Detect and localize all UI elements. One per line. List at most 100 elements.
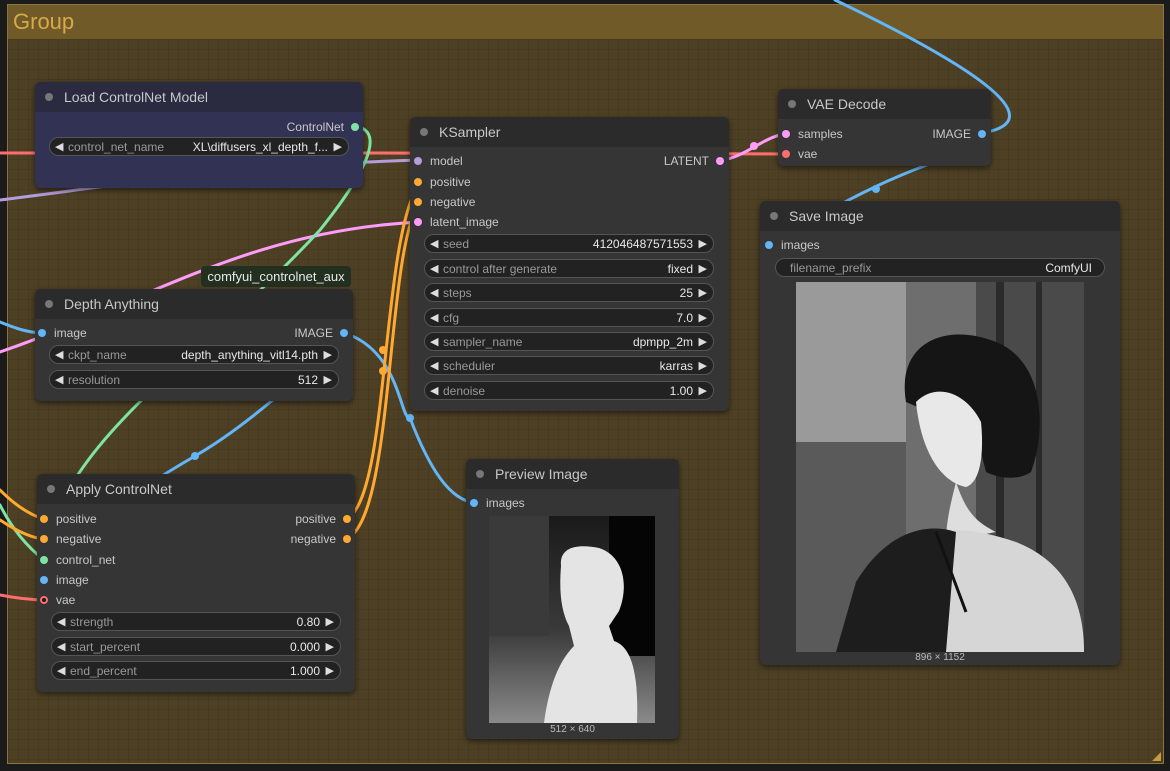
left-arrow-icon[interactable]: ◀	[57, 664, 65, 677]
node-load-controlnet[interactable]: Load ControlNet Model ControlNet ◀ contr…	[35, 82, 363, 188]
widget-start-percent[interactable]: ◀ start_percent 0.000 ▶	[51, 637, 341, 656]
input-slot-dot[interactable]	[414, 157, 422, 165]
node-title-save-image[interactable]: Save Image	[760, 201, 1120, 231]
left-arrow-icon[interactable]: ◀	[55, 373, 63, 386]
node-title-vae-decode[interactable]: VAE Decode	[778, 89, 991, 119]
collapse-dot-icon[interactable]	[788, 100, 796, 108]
left-arrow-icon[interactable]: ◀	[430, 286, 438, 299]
left-arrow-icon[interactable]: ◀	[430, 359, 438, 372]
output-negative[interactable]: negative	[291, 531, 351, 547]
input-vae[interactable]: vae	[782, 146, 817, 162]
node-title-apply-controlnet[interactable]: Apply ControlNet	[37, 474, 355, 504]
input-images[interactable]: images	[470, 495, 525, 511]
depth-map-preview[interactable]	[489, 516, 655, 723]
input-negative[interactable]: negative	[40, 531, 101, 547]
left-arrow-icon[interactable]: ◀	[55, 348, 63, 361]
node-preview-image[interactable]: Preview Image images 512 × 640	[466, 459, 679, 739]
right-arrow-icon[interactable]: ▶	[699, 335, 707, 348]
left-arrow-icon[interactable]: ◀	[55, 140, 63, 153]
node-canvas[interactable]: Group Load ControlNet Model ControlNet ◀…	[0, 0, 1170, 771]
widget-steps[interactable]: ◀ steps 25 ▶	[424, 283, 714, 302]
collapse-dot-icon[interactable]	[45, 93, 53, 101]
input-image[interactable]: image	[40, 572, 89, 588]
left-arrow-icon[interactable]: ◀	[57, 615, 65, 628]
input-slot-dot[interactable]	[40, 556, 48, 564]
output-slot-dot[interactable]	[343, 535, 351, 543]
node-title-preview-image[interactable]: Preview Image	[466, 459, 679, 489]
widget-control-net-name[interactable]: ◀ control_net_name XL\diffusers_xl_depth…	[49, 137, 349, 156]
right-arrow-icon[interactable]: ▶	[324, 348, 332, 361]
collapse-dot-icon[interactable]	[45, 300, 53, 308]
left-arrow-icon[interactable]: ◀	[430, 237, 438, 250]
collapse-dot-icon[interactable]	[47, 485, 55, 493]
input-latent-image[interactable]: latent_image	[414, 214, 499, 230]
widget-end-percent[interactable]: ◀ end_percent 1.000 ▶	[51, 661, 341, 680]
input-slot-dot[interactable]	[40, 596, 48, 604]
output-controlnet[interactable]: ControlNet	[287, 119, 359, 135]
collapse-dot-icon[interactable]	[770, 212, 778, 220]
input-positive[interactable]: positive	[40, 511, 97, 527]
input-slot-dot[interactable]	[40, 535, 48, 543]
right-arrow-icon[interactable]: ▶	[699, 262, 707, 275]
right-arrow-icon[interactable]: ▶	[699, 237, 707, 250]
input-model[interactable]: model	[414, 153, 463, 169]
input-slot-dot[interactable]	[782, 130, 790, 138]
widget-control-after-generate[interactable]: ◀ control after generate fixed ▶	[424, 259, 714, 278]
collapse-dot-icon[interactable]	[420, 128, 428, 136]
output-image[interactable]: IMAGE	[294, 325, 348, 341]
input-slot-dot[interactable]	[782, 150, 790, 158]
right-arrow-icon[interactable]: ▶	[326, 664, 334, 677]
input-vae[interactable]: vae	[40, 592, 75, 608]
input-negative[interactable]: negative	[414, 194, 475, 210]
left-arrow-icon[interactable]: ◀	[430, 384, 438, 397]
node-depth-anything[interactable]: Depth Anything image IMAGE ◀ ckpt_name d…	[35, 289, 353, 401]
widget-cfg[interactable]: ◀ cfg 7.0 ▶	[424, 308, 714, 327]
right-arrow-icon[interactable]: ▶	[334, 140, 342, 153]
node-save-image[interactable]: Save Image images filename_prefix ComfyU…	[760, 201, 1120, 665]
output-slot-dot[interactable]	[978, 130, 986, 138]
output-slot-dot[interactable]	[343, 515, 351, 523]
node-vae-decode[interactable]: VAE Decode samples vae IMAGE	[778, 89, 991, 166]
input-slot-dot[interactable]	[414, 218, 422, 226]
output-slot-dot[interactable]	[351, 123, 359, 131]
right-arrow-icon[interactable]: ▶	[326, 615, 334, 628]
widget-filename-prefix[interactable]: filename_prefix ComfyUI	[775, 258, 1105, 277]
saved-image-preview[interactable]	[796, 282, 1084, 652]
widget-resolution[interactable]: ◀ resolution 512 ▶	[49, 370, 339, 389]
input-slot-dot[interactable]	[40, 515, 48, 523]
input-slot-dot[interactable]	[38, 329, 46, 337]
output-slot-dot[interactable]	[716, 157, 724, 165]
right-arrow-icon[interactable]: ▶	[326, 640, 334, 653]
input-positive[interactable]: positive	[414, 174, 471, 190]
widget-denoise[interactable]: ◀ denoise 1.00 ▶	[424, 381, 714, 400]
node-title-depth-anything[interactable]: Depth Anything	[35, 289, 353, 319]
output-positive[interactable]: positive	[295, 511, 351, 527]
widget-scheduler[interactable]: ◀ scheduler karras ▶	[424, 356, 714, 375]
right-arrow-icon[interactable]: ▶	[324, 373, 332, 386]
node-ksampler[interactable]: KSampler model positive negative latent_…	[410, 117, 729, 411]
input-image[interactable]: image	[38, 325, 87, 341]
right-arrow-icon[interactable]: ▶	[699, 384, 707, 397]
left-arrow-icon[interactable]: ◀	[430, 311, 438, 324]
output-latent[interactable]: LATENT	[664, 153, 724, 169]
right-arrow-icon[interactable]: ▶	[699, 359, 707, 372]
left-arrow-icon[interactable]: ◀	[430, 335, 438, 348]
input-slot-dot[interactable]	[40, 576, 48, 584]
node-title-ksampler[interactable]: KSampler	[410, 117, 729, 147]
node-apply-controlnet[interactable]: Apply ControlNet positive negative contr…	[37, 474, 355, 692]
widget-ckpt-name[interactable]: ◀ ckpt_name depth_anything_vitl14.pth ▶	[49, 345, 339, 364]
input-slot-dot[interactable]	[765, 241, 773, 249]
input-images[interactable]: images	[765, 237, 820, 253]
widget-sampler-name[interactable]: ◀ sampler_name dpmpp_2m ▶	[424, 332, 714, 351]
right-arrow-icon[interactable]: ▶	[699, 311, 707, 324]
output-image[interactable]: IMAGE	[932, 126, 986, 142]
input-slot-dot[interactable]	[414, 198, 422, 206]
widget-seed[interactable]: ◀ seed 412046487571553 ▶	[424, 234, 714, 253]
left-arrow-icon[interactable]: ◀	[57, 640, 65, 653]
input-slot-dot[interactable]	[414, 178, 422, 186]
input-control-net[interactable]: control_net	[40, 552, 115, 568]
node-title-load-controlnet[interactable]: Load ControlNet Model	[35, 82, 363, 112]
collapse-dot-icon[interactable]	[476, 470, 484, 478]
widget-strength[interactable]: ◀ strength 0.80 ▶	[51, 612, 341, 631]
output-slot-dot[interactable]	[340, 329, 348, 337]
